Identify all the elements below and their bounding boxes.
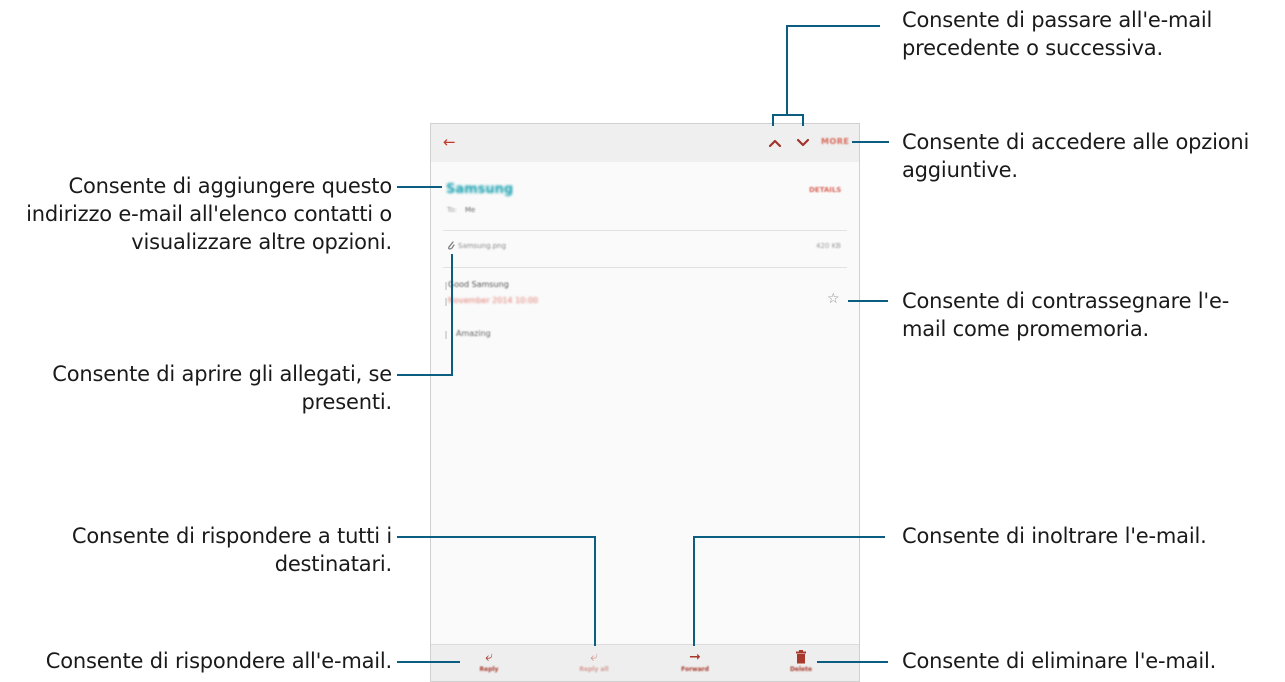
callout-attachment: Consente di aprire gli allegati, se pres… bbox=[52, 362, 392, 414]
callout-line bbox=[786, 25, 788, 114]
email-subject: Good Samsung bbox=[448, 280, 509, 289]
callout-line bbox=[397, 186, 442, 188]
sender-name[interactable]: Samsung bbox=[446, 182, 513, 197]
callout-line bbox=[802, 114, 804, 126]
callout-line bbox=[772, 114, 804, 116]
attachment-size: 420 KB bbox=[816, 242, 841, 250]
callout-star: Consente di contrassegnare l'e-mail come… bbox=[902, 289, 1230, 341]
callout-line bbox=[397, 536, 596, 538]
bottom-action-bar: ⤶ Reply ⤶ Reply all ➞ Forward Delete bbox=[431, 644, 859, 681]
body-marker bbox=[445, 331, 447, 339]
email-date: November 2014 10:00 bbox=[448, 296, 539, 305]
callout-sender: Consente di aggiungere questo indirizzo … bbox=[26, 174, 392, 254]
to-value: Me bbox=[465, 206, 476, 214]
app-bar: ← MORE bbox=[431, 124, 859, 162]
callout-line bbox=[693, 536, 695, 646]
callout-line bbox=[693, 536, 885, 538]
callout-line bbox=[786, 25, 880, 27]
callout-more: Consente di accedere alle opzioni aggiun… bbox=[902, 130, 1250, 182]
trash-icon bbox=[771, 648, 831, 666]
callout-line bbox=[772, 114, 774, 126]
divider bbox=[443, 267, 847, 268]
back-arrow-icon[interactable]: ← bbox=[443, 133, 456, 151]
callout-line bbox=[451, 254, 453, 376]
callout-line bbox=[397, 661, 460, 663]
reply-all-button[interactable]: ⤶ Reply all bbox=[564, 648, 624, 673]
reply-button[interactable]: ⤶ Reply bbox=[459, 648, 519, 673]
to-label: To: bbox=[447, 206, 457, 214]
more-button[interactable]: MORE bbox=[821, 137, 849, 146]
date-marker bbox=[445, 298, 447, 306]
reply-label: Reply bbox=[479, 666, 499, 673]
star-icon[interactable]: ☆ bbox=[827, 291, 840, 307]
callout-reply-all: Consente di rispondere a tutti i destina… bbox=[71, 524, 392, 576]
callout-nav: Consente di passare all'e-mail precedent… bbox=[902, 8, 1213, 60]
callout-line bbox=[817, 661, 888, 663]
delete-label: Delete bbox=[789, 666, 813, 673]
subject-marker bbox=[445, 282, 447, 290]
callout-forward: Consente di inoltrare l'e-mail. bbox=[902, 524, 1207, 548]
next-email-icon[interactable] bbox=[795, 135, 811, 151]
callout-line bbox=[852, 141, 889, 143]
forward-label: Forward bbox=[681, 666, 709, 673]
callout-line bbox=[397, 374, 453, 376]
attachment-name[interactable]: Samsung.png bbox=[458, 242, 506, 250]
callout-line bbox=[848, 300, 888, 302]
callout-reply: Consente di rispondere all'e-mail. bbox=[45, 649, 392, 673]
previous-email-icon[interactable] bbox=[767, 135, 783, 151]
reply-icon: ⤶ bbox=[485, 649, 493, 665]
email-view-screen: ← MORE Samsung To: Me DETAILS Samsung.pn… bbox=[430, 123, 860, 682]
email-body: Amazing bbox=[456, 329, 491, 338]
paperclip-icon[interactable] bbox=[446, 240, 456, 252]
details-button[interactable]: DETAILS bbox=[809, 186, 841, 194]
callout-line bbox=[594, 536, 596, 646]
callout-delete: Consente di eliminare l'e-mail. bbox=[902, 649, 1217, 673]
reply-all-icon: ⤶ bbox=[590, 649, 598, 665]
divider bbox=[443, 230, 847, 231]
reply-all-label: Reply all bbox=[579, 666, 609, 673]
forward-icon: ➞ bbox=[689, 649, 701, 665]
forward-button[interactable]: ➞ Forward bbox=[665, 648, 725, 673]
